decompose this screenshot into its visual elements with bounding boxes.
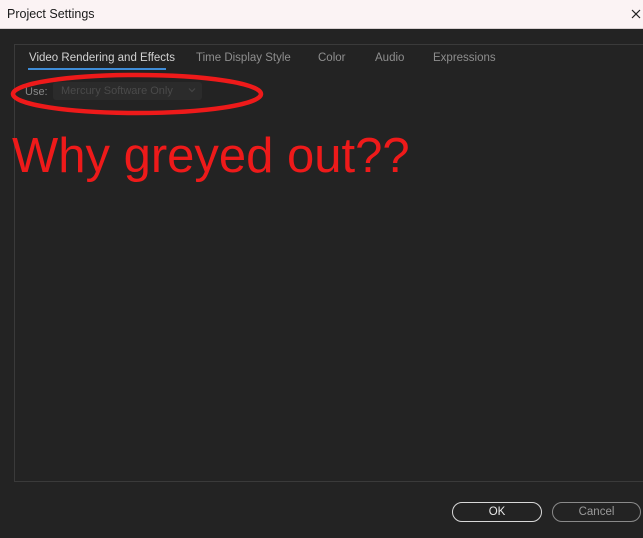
- annotation-circle: [10, 72, 264, 116]
- title-bar: Project Settings: [0, 0, 643, 29]
- close-icon: [631, 9, 641, 19]
- project-settings-dialog: Project Settings Video Rendering and Eff…: [0, 0, 643, 538]
- tab-time-display-style[interactable]: Time Display Style: [196, 52, 291, 64]
- cancel-button[interactable]: Cancel: [552, 502, 641, 522]
- tab-expressions[interactable]: Expressions: [433, 52, 496, 64]
- tab-audio[interactable]: Audio: [375, 52, 404, 64]
- ok-button[interactable]: OK: [452, 502, 542, 522]
- tab-color[interactable]: Color: [318, 52, 345, 64]
- annotation-text: Why greyed out??: [12, 129, 410, 183]
- active-tab-indicator: [28, 68, 166, 70]
- close-button[interactable]: [629, 0, 643, 28]
- tab-video-rendering-and-effects[interactable]: Video Rendering and Effects: [29, 52, 175, 64]
- window-title: Project Settings: [7, 7, 95, 21]
